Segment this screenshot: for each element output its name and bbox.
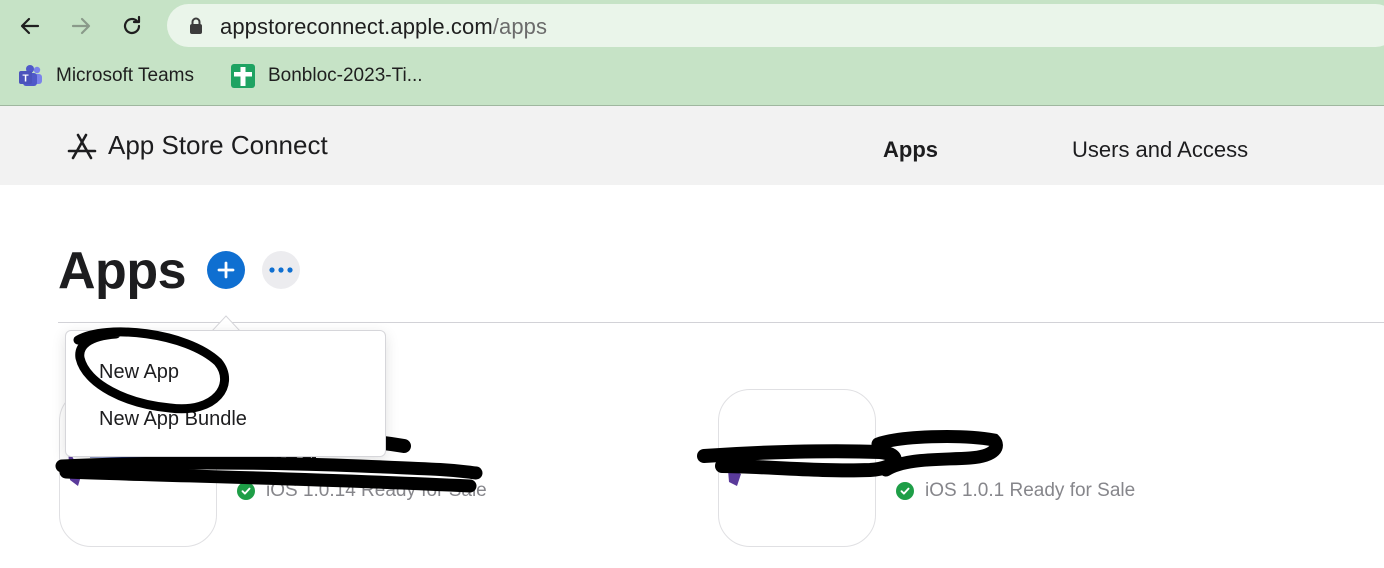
nav-apps[interactable]: Apps (883, 137, 938, 163)
add-app-button[interactable] (207, 251, 245, 289)
menu-item-new-app[interactable]: New App (99, 361, 179, 384)
url-host: appstoreconnect.apple.com (220, 14, 493, 39)
bookmark-label: Bonbloc-2023-Ti... (268, 65, 423, 86)
nav-users-and-access[interactable]: Users and Access (1072, 137, 1248, 163)
back-arrow-icon (20, 17, 40, 35)
plus-icon (217, 261, 235, 279)
app-status-text: iOS 1.0.14 Ready for Sale (266, 480, 487, 501)
svg-text:T: T (22, 74, 28, 85)
menu-item-new-app-bundle[interactable]: New App Bundle (99, 408, 247, 431)
checkmark-icon (237, 482, 255, 500)
menu-arrow (212, 310, 240, 331)
app-icon-tile[interactable] (718, 389, 876, 547)
app-status: iOS 1.0.1 Ready for Sale (896, 480, 1135, 502)
forward-button[interactable] (63, 8, 99, 44)
divider (58, 322, 1384, 323)
bookmark-sheet[interactable]: Bonbloc-2023-Ti... (230, 61, 423, 91)
app-status: iOS 1.0.14 Ready for Sale (237, 480, 487, 502)
browser-toolbar: appstoreconnect.apple.com/apps T Microso… (0, 0, 1384, 106)
checkmark-icon (896, 482, 914, 500)
add-menu: New App New App Bundle (65, 330, 386, 457)
page-title: Apps (58, 242, 187, 300)
bookmark-microsoft-teams[interactable]: T Microsoft Teams (18, 61, 194, 91)
app-icon (727, 458, 741, 486)
lock-icon (190, 17, 202, 34)
address-bar[interactable]: appstoreconnect.apple.com/apps (167, 4, 1384, 47)
sheets-icon (230, 63, 256, 89)
back-button[interactable] (12, 8, 48, 44)
bookmark-label: Microsoft Teams (56, 65, 194, 86)
reload-button[interactable] (114, 8, 150, 44)
app-header: App Store Connect Apps Users and Access (0, 106, 1384, 185)
app-title[interactable]: App Store Connect (108, 130, 328, 161)
url-text: appstoreconnect.apple.com/apps (220, 14, 547, 40)
reload-icon (123, 15, 141, 35)
ellipsis-icon (269, 267, 293, 273)
app-status-text: iOS 1.0.1 Ready for Sale (925, 480, 1136, 501)
teams-icon: T (18, 63, 44, 89)
url-path: /apps (492, 14, 548, 39)
app-store-logo-icon (67, 133, 97, 160)
more-options-button[interactable] (262, 251, 300, 289)
forward-arrow-icon (71, 17, 91, 35)
